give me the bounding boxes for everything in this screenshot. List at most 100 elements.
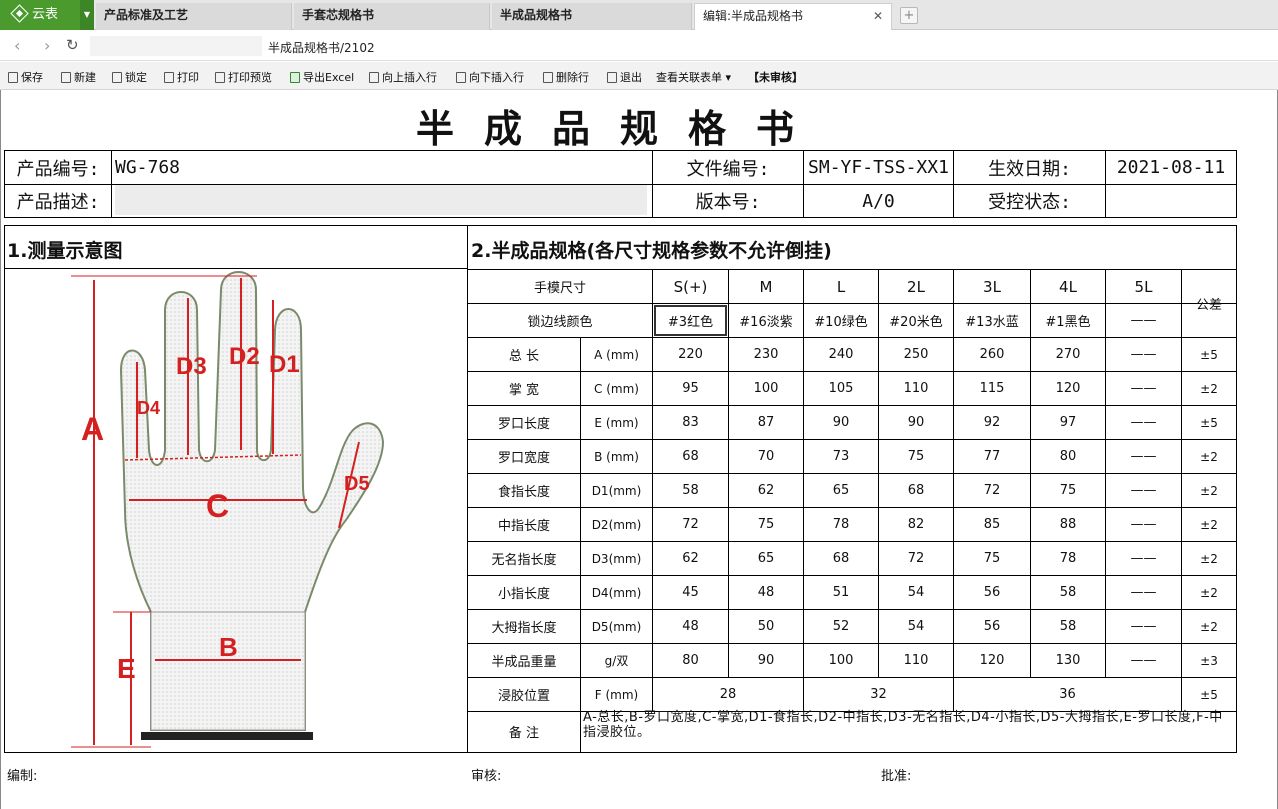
- table-cell[interactable]: 54: [879, 576, 953, 609]
- table-cell[interactable]: ——: [1106, 508, 1181, 541]
- table-cell[interactable]: 62: [729, 474, 803, 507]
- refresh-icon[interactable]: ↻: [66, 36, 79, 54]
- exit-button[interactable]: 退出: [607, 69, 642, 85]
- table-cell[interactable]: 73: [804, 440, 878, 473]
- tolerance-cell[interactable]: ±2: [1182, 440, 1236, 473]
- table-cell[interactable]: 270: [1031, 338, 1105, 371]
- version-value[interactable]: A/0: [804, 185, 953, 217]
- table-cell[interactable]: 90: [729, 644, 803, 677]
- tolerance-cell[interactable]: ±3: [1182, 644, 1236, 677]
- print-button[interactable]: 打印: [164, 69, 199, 85]
- tolerance-cell[interactable]: ±5: [1182, 406, 1236, 439]
- table-cell[interactable]: 90: [804, 406, 878, 439]
- table-cell[interactable]: 70: [729, 440, 803, 473]
- tab-glove-core-spec[interactable]: 手套芯规格书: [294, 3, 490, 30]
- table-cell[interactable]: 75: [879, 440, 953, 473]
- tolerance-cell[interactable]: ±2: [1182, 474, 1236, 507]
- table-cell[interactable]: 90: [879, 406, 953, 439]
- dip-cell[interactable]: 36: [954, 678, 1181, 711]
- table-cell[interactable]: 75: [954, 542, 1030, 575]
- file-no-value[interactable]: SM-YF-TSS-XX1: [804, 151, 953, 184]
- table-cell[interactable]: 72: [653, 508, 728, 541]
- related-forms-dropdown[interactable]: 查看关联表单 ▾: [656, 69, 731, 85]
- table-cell[interactable]: 92: [954, 406, 1030, 439]
- save-button[interactable]: 保存: [8, 69, 43, 85]
- table-cell[interactable]: 100: [729, 372, 803, 405]
- tolerance-cell[interactable]: ±2: [1182, 576, 1236, 609]
- product-desc-value-redacted[interactable]: [115, 185, 647, 215]
- table-cell[interactable]: 77: [954, 440, 1030, 473]
- table-cell[interactable]: 95: [653, 372, 728, 405]
- table-cell[interactable]: 62: [653, 542, 728, 575]
- table-cell[interactable]: ——: [1106, 440, 1181, 473]
- table-cell[interactable]: 220: [653, 338, 728, 371]
- color-cell-5[interactable]: #1黑色: [1031, 304, 1105, 337]
- tab-product-standard[interactable]: 产品标准及工艺: [96, 3, 292, 30]
- address-path[interactable]: 半成品规格书/2102: [268, 39, 375, 56]
- tolerance-cell[interactable]: ±5: [1182, 338, 1236, 371]
- table-cell[interactable]: 58: [1031, 610, 1105, 643]
- tolerance-cell[interactable]: ±2: [1182, 508, 1236, 541]
- table-cell[interactable]: 51: [804, 576, 878, 609]
- table-cell[interactable]: 56: [954, 576, 1030, 609]
- table-cell[interactable]: 100: [804, 644, 878, 677]
- lock-button[interactable]: 锁定: [112, 69, 147, 85]
- table-cell[interactable]: 230: [729, 338, 803, 371]
- table-cell[interactable]: 130: [1031, 644, 1105, 677]
- table-cell[interactable]: 48: [653, 610, 728, 643]
- table-cell[interactable]: ——: [1106, 644, 1181, 677]
- table-cell[interactable]: ——: [1106, 474, 1181, 507]
- table-cell[interactable]: ——: [1106, 338, 1181, 371]
- insert-row-below-button[interactable]: 向下插入行: [456, 69, 524, 85]
- table-cell[interactable]: 120: [1031, 372, 1105, 405]
- table-cell[interactable]: 75: [1031, 474, 1105, 507]
- forward-icon[interactable]: ›: [44, 36, 50, 55]
- table-cell[interactable]: 65: [729, 542, 803, 575]
- table-cell[interactable]: 68: [879, 474, 953, 507]
- tolerance-cell[interactable]: ±2: [1182, 542, 1236, 575]
- table-cell[interactable]: 72: [879, 542, 953, 575]
- table-cell[interactable]: 50: [729, 610, 803, 643]
- dip-tolerance[interactable]: ±5: [1182, 678, 1236, 711]
- table-cell[interactable]: 83: [653, 406, 728, 439]
- table-cell[interactable]: 68: [804, 542, 878, 575]
- color-cell-0[interactable]: #3红色: [653, 304, 728, 337]
- new-button[interactable]: 新建: [61, 69, 96, 85]
- table-cell[interactable]: 48: [729, 576, 803, 609]
- remark-text[interactable]: A-总长,B-罗口宽度,C-掌宽,D1-食指长,D2-中指长,D3-无名指长,D…: [583, 710, 1235, 740]
- table-cell[interactable]: 80: [653, 644, 728, 677]
- back-icon[interactable]: ‹: [14, 36, 20, 55]
- table-cell[interactable]: 78: [1031, 542, 1105, 575]
- table-cell[interactable]: 85: [954, 508, 1030, 541]
- table-cell[interactable]: ——: [1106, 576, 1181, 609]
- color-cell-3[interactable]: #20米色: [879, 304, 953, 337]
- insert-row-above-button[interactable]: 向上插入行: [369, 69, 437, 85]
- print-preview-button[interactable]: 打印预览: [215, 69, 272, 85]
- table-cell[interactable]: 65: [804, 474, 878, 507]
- table-cell[interactable]: 52: [804, 610, 878, 643]
- table-cell[interactable]: 88: [1031, 508, 1105, 541]
- product-code-value[interactable]: WG-768: [113, 151, 203, 184]
- tolerance-cell[interactable]: ±2: [1182, 372, 1236, 405]
- table-cell[interactable]: 97: [1031, 406, 1105, 439]
- table-cell[interactable]: 110: [879, 372, 953, 405]
- color-cell-6[interactable]: ——: [1106, 304, 1181, 337]
- app-logo[interactable]: 云表: [0, 0, 80, 30]
- table-cell[interactable]: 58: [1031, 576, 1105, 609]
- effective-date-value[interactable]: 2021-08-11: [1106, 151, 1236, 184]
- table-cell[interactable]: 110: [879, 644, 953, 677]
- table-cell[interactable]: 56: [954, 610, 1030, 643]
- close-tab-icon[interactable]: ✕: [873, 4, 883, 29]
- table-cell[interactable]: 78: [804, 508, 878, 541]
- table-cell[interactable]: 80: [1031, 440, 1105, 473]
- table-cell[interactable]: 115: [954, 372, 1030, 405]
- table-cell[interactable]: 260: [954, 338, 1030, 371]
- table-cell[interactable]: ——: [1106, 372, 1181, 405]
- delete-row-button[interactable]: 删除行: [543, 69, 589, 85]
- table-cell[interactable]: 250: [879, 338, 953, 371]
- control-status-value[interactable]: [1106, 185, 1236, 217]
- table-cell[interactable]: 105: [804, 372, 878, 405]
- table-cell[interactable]: 45: [653, 576, 728, 609]
- export-excel-button[interactable]: 导出Excel: [290, 69, 354, 85]
- color-cell-1[interactable]: #16淡紫: [729, 304, 803, 337]
